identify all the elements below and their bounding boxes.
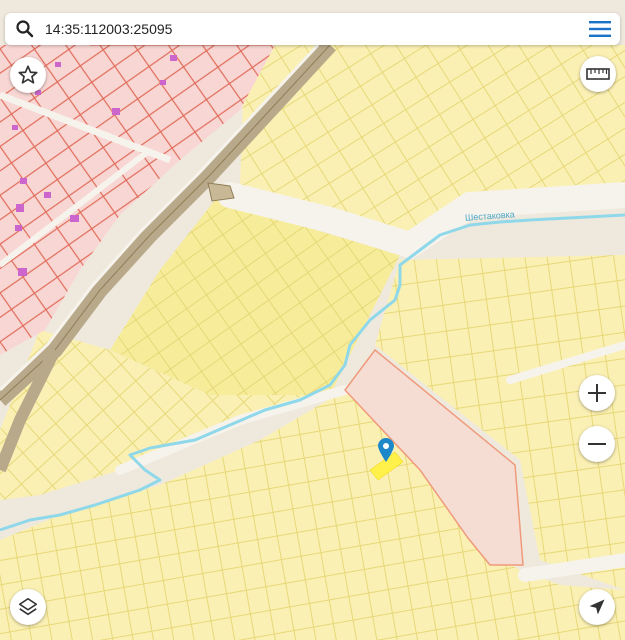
layers-button[interactable] [10,589,46,625]
star-icon [18,65,38,84]
ruler-icon [586,68,610,80]
hamburger-menu-icon[interactable] [580,13,620,45]
search-bar[interactable]: 14:35:112003:25095 [5,13,620,45]
favorite-button[interactable] [10,57,46,93]
layers-icon [18,597,38,616]
search-icon[interactable] [5,13,45,45]
zoom-in-button[interactable] [579,375,615,411]
ruler-button[interactable] [580,56,616,92]
navigation-arrow-icon [589,599,605,615]
search-query[interactable]: 14:35:112003:25095 [45,21,580,37]
map-canvas[interactable] [0,0,625,640]
locate-button[interactable] [579,589,615,625]
plus-icon [588,384,606,402]
zoom-out-button[interactable] [579,426,615,462]
minus-icon [588,443,606,445]
